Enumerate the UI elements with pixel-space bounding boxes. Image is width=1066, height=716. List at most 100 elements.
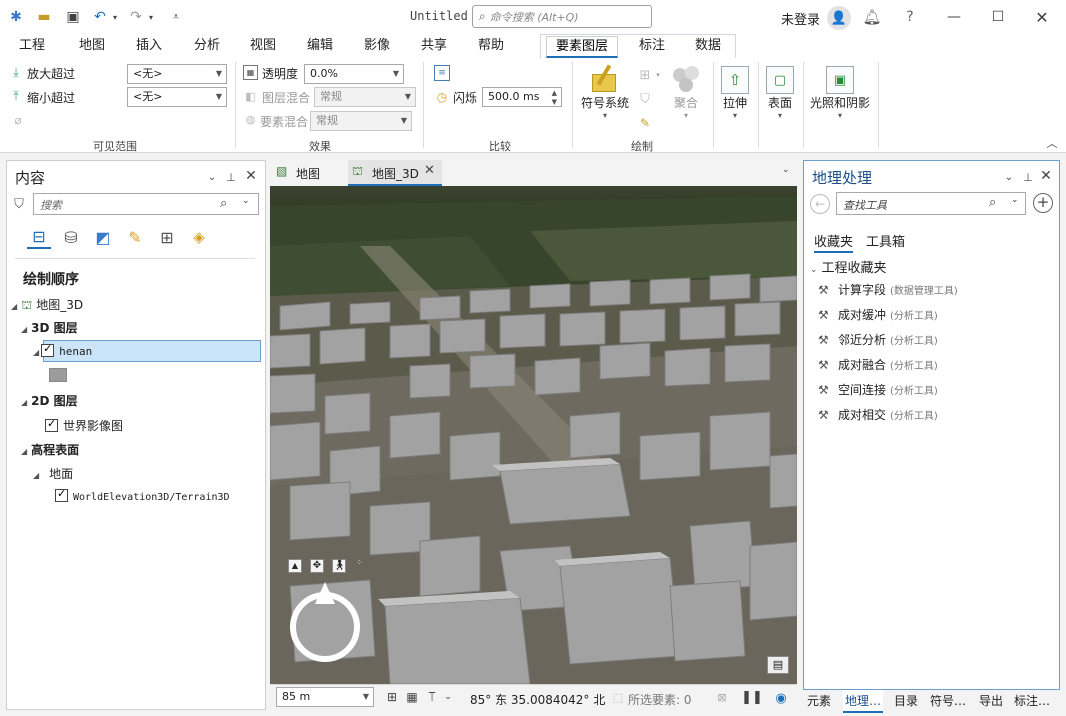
maximize-icon[interactable]: ☐ xyxy=(986,6,1010,28)
editing-view-icon[interactable]: ✎ xyxy=(123,225,147,249)
tab-geoprocessing[interactable]: 地理… xyxy=(843,690,884,713)
tab-map[interactable]: 地图 xyxy=(74,36,110,58)
tab-map-2d[interactable]: ▧ 地图 xyxy=(272,162,342,184)
scale-select[interactable]: 85 m ▼ xyxy=(276,687,374,707)
tab-project[interactable]: 工程 xyxy=(14,36,50,58)
tab-export[interactable]: 导出 xyxy=(979,692,1003,709)
refresh-icon[interactable]: ⊠ xyxy=(714,689,730,705)
expand-arrow-icon[interactable]: ◢ xyxy=(21,398,27,407)
symbology-button[interactable]: 符号系统 ▾ xyxy=(578,64,632,120)
tab-imagery[interactable]: 影像 xyxy=(359,36,395,58)
expand-arrow-icon[interactable]: ◢ xyxy=(33,471,39,480)
display-filter-icon[interactable]: ✎ xyxy=(636,114,654,132)
filter-icon[interactable]: ⛉ xyxy=(11,195,27,213)
tab-labeling-pane[interactable]: 标注… xyxy=(1014,692,1050,709)
expand-arrow-icon[interactable]: ◢ xyxy=(11,302,17,311)
tab-share[interactable]: 共享 xyxy=(416,36,452,58)
pin-icon[interactable]: ⊥ xyxy=(1021,169,1035,185)
save-icon[interactable]: ▣ xyxy=(63,7,83,27)
pane-options-icon[interactable]: ⌄ xyxy=(205,169,219,185)
chevron-down-icon[interactable]: ⌄ xyxy=(782,165,790,175)
collapse-ribbon-icon[interactable]: ︿ xyxy=(1044,136,1060,150)
tool-pairwise-dissolve[interactable]: ⚒ 成对融合 (分析工具) xyxy=(818,356,938,373)
aggregation-button[interactable]: 聚合 ▾ xyxy=(666,64,706,120)
labeling-view-icon[interactable]: ◈ xyxy=(187,225,211,249)
pause-drawing-icon[interactable]: ❚❚ xyxy=(741,689,763,705)
layer-blend-select[interactable]: 常规 ▼ xyxy=(314,87,416,107)
extrusion-button[interactable]: ⇧ 拉伸 ▾ xyxy=(718,66,752,120)
layer-terrain[interactable]: WorldElevation3D/Terrain3D xyxy=(55,487,230,503)
close-pane-icon[interactable]: ✕ xyxy=(1038,168,1054,184)
map-node[interactable]: ◢ ⛫ 地图_3D xyxy=(11,296,83,314)
tool-spatial-join[interactable]: ⚒ 空间连接 (分析工具) xyxy=(818,381,938,398)
table-view-icon[interactable]: ▤ xyxy=(767,656,789,674)
more-nav-icon[interactable]: ⁘ xyxy=(356,558,363,567)
user-avatar-icon[interactable]: 👤 xyxy=(827,6,851,30)
pin-icon[interactable]: ⊥ xyxy=(224,169,238,185)
filter-icon[interactable]: ⛉ xyxy=(636,90,654,108)
expand-arrow-icon[interactable]: ◢ xyxy=(33,348,39,357)
tab-symbology[interactable]: 符号… xyxy=(930,692,966,709)
variable-symbology-icon[interactable]: ⊞ xyxy=(636,66,654,84)
navigator-compass[interactable] xyxy=(290,582,360,662)
tab-map-3d[interactable]: ⛫ 地图_3D ✕ xyxy=(348,160,442,186)
customize-toolbar-icon[interactable]: ⩡ xyxy=(168,8,184,26)
clear-limits-icon[interactable]: ⌀ xyxy=(10,112,26,128)
chevron-down-icon[interactable]: ⌄ xyxy=(442,690,454,704)
tab-catalog[interactable]: 目录 xyxy=(894,692,918,709)
new-project-icon[interactable]: ✱ xyxy=(6,7,26,27)
layer-henan[interactable]: ◢henan xyxy=(33,342,92,358)
tool-pairwise-buffer[interactable]: ⚒ 成对缓冲 (分析工具) xyxy=(818,306,938,323)
swipe-icon[interactable]: ≡ xyxy=(434,65,450,81)
snapping-icon[interactable]: ▦ xyxy=(404,689,420,705)
ground-surface[interactable]: ◢ 地面 xyxy=(33,465,73,482)
help-icon[interactable]: ? xyxy=(900,6,920,28)
close-tab-icon[interactable]: ✕ xyxy=(424,163,435,178)
undo-dropdown-icon[interactable]: ▾ xyxy=(110,9,120,25)
tool-pairwise-intersect[interactable]: ⚒ 成对相交 (分析工具) xyxy=(818,406,938,423)
group-elevation-surfaces[interactable]: ◢ 高程表面 xyxy=(21,441,79,458)
chevron-down-icon[interactable]: ▾ xyxy=(654,68,662,82)
full-extent-icon[interactable]: ✥ xyxy=(310,559,324,573)
tab-insert[interactable]: 插入 xyxy=(131,36,167,58)
open-folder-icon[interactable]: ▬ xyxy=(34,7,54,27)
minimize-icon[interactable]: — xyxy=(942,6,966,28)
collapse-navigator-icon[interactable]: ▲ xyxy=(288,559,302,573)
chevron-down-icon[interactable]: ⌄ xyxy=(810,265,818,275)
redo-icon[interactable]: ↷ xyxy=(126,7,146,27)
zoom-in-beyond-label[interactable]: 放大超过 xyxy=(27,65,75,82)
surface-button[interactable]: ▢ 表面 ▾ xyxy=(763,66,797,120)
group-3d-layers[interactable]: ◢ 3D 图层 xyxy=(21,319,78,336)
constraints-icon[interactable]: ⟙ xyxy=(424,689,440,705)
illumination-shadows-button[interactable]: ▣ 光照和阴影 ▾ xyxy=(806,66,874,120)
zoom-out-beyond-label[interactable]: 缩小超过 xyxy=(27,89,75,106)
expand-arrow-icon[interactable]: ◢ xyxy=(21,325,27,334)
login-status[interactable]: 未登录 xyxy=(781,9,820,28)
pane-options-icon[interactable]: ⌄ xyxy=(1002,169,1016,185)
tab-help[interactable]: 帮助 xyxy=(473,36,509,58)
data-source-view-icon[interactable]: ⛁ xyxy=(59,225,83,249)
tab-view[interactable]: 视图 xyxy=(245,36,281,58)
visibility-checkbox[interactable] xyxy=(41,342,55,357)
tab-analysis[interactable]: 分析 xyxy=(189,36,225,58)
spinner-icon[interactable]: ▲ ▼ xyxy=(552,89,557,107)
project-favorites-group[interactable]: ⌄ 工程收藏夹 xyxy=(810,257,887,276)
find-tools-input[interactable]: 查找工具 ⌕ ⌄ xyxy=(836,192,1026,215)
back-arrow-icon[interactable]: ← xyxy=(810,194,830,214)
close-window-icon[interactable]: ✕ xyxy=(1030,6,1054,28)
tab-favorites[interactable]: 收藏夹 xyxy=(814,231,854,253)
tab-element[interactable]: 元素 xyxy=(807,692,831,709)
close-pane-icon[interactable]: ✕ xyxy=(243,168,259,184)
add-icon[interactable]: + xyxy=(1033,193,1053,213)
grid-icon[interactable]: ⊞ xyxy=(384,689,400,705)
tab-edit[interactable]: 编辑 xyxy=(302,36,338,58)
expand-arrow-icon[interactable]: ◢ xyxy=(21,447,27,456)
scene-view[interactable]: ▲ ✥ 🚶︎ ⁘ ▤ xyxy=(270,186,797,684)
selection-view-icon[interactable]: ◩ xyxy=(91,225,115,249)
tool-near[interactable]: ⚒ 邻近分析 (分析工具) xyxy=(818,331,938,348)
transparency-input[interactable]: 0.0% ▼ xyxy=(304,64,404,84)
tab-toolboxes[interactable]: 工具箱 xyxy=(866,231,905,250)
command-search-input[interactable]: ⌕ 命令搜索 (Alt+Q) xyxy=(472,5,652,28)
group-2d-layers[interactable]: ◢ 2D 图层 xyxy=(21,392,78,409)
zoom-out-beyond-select[interactable]: <无> ▼ xyxy=(127,87,227,107)
